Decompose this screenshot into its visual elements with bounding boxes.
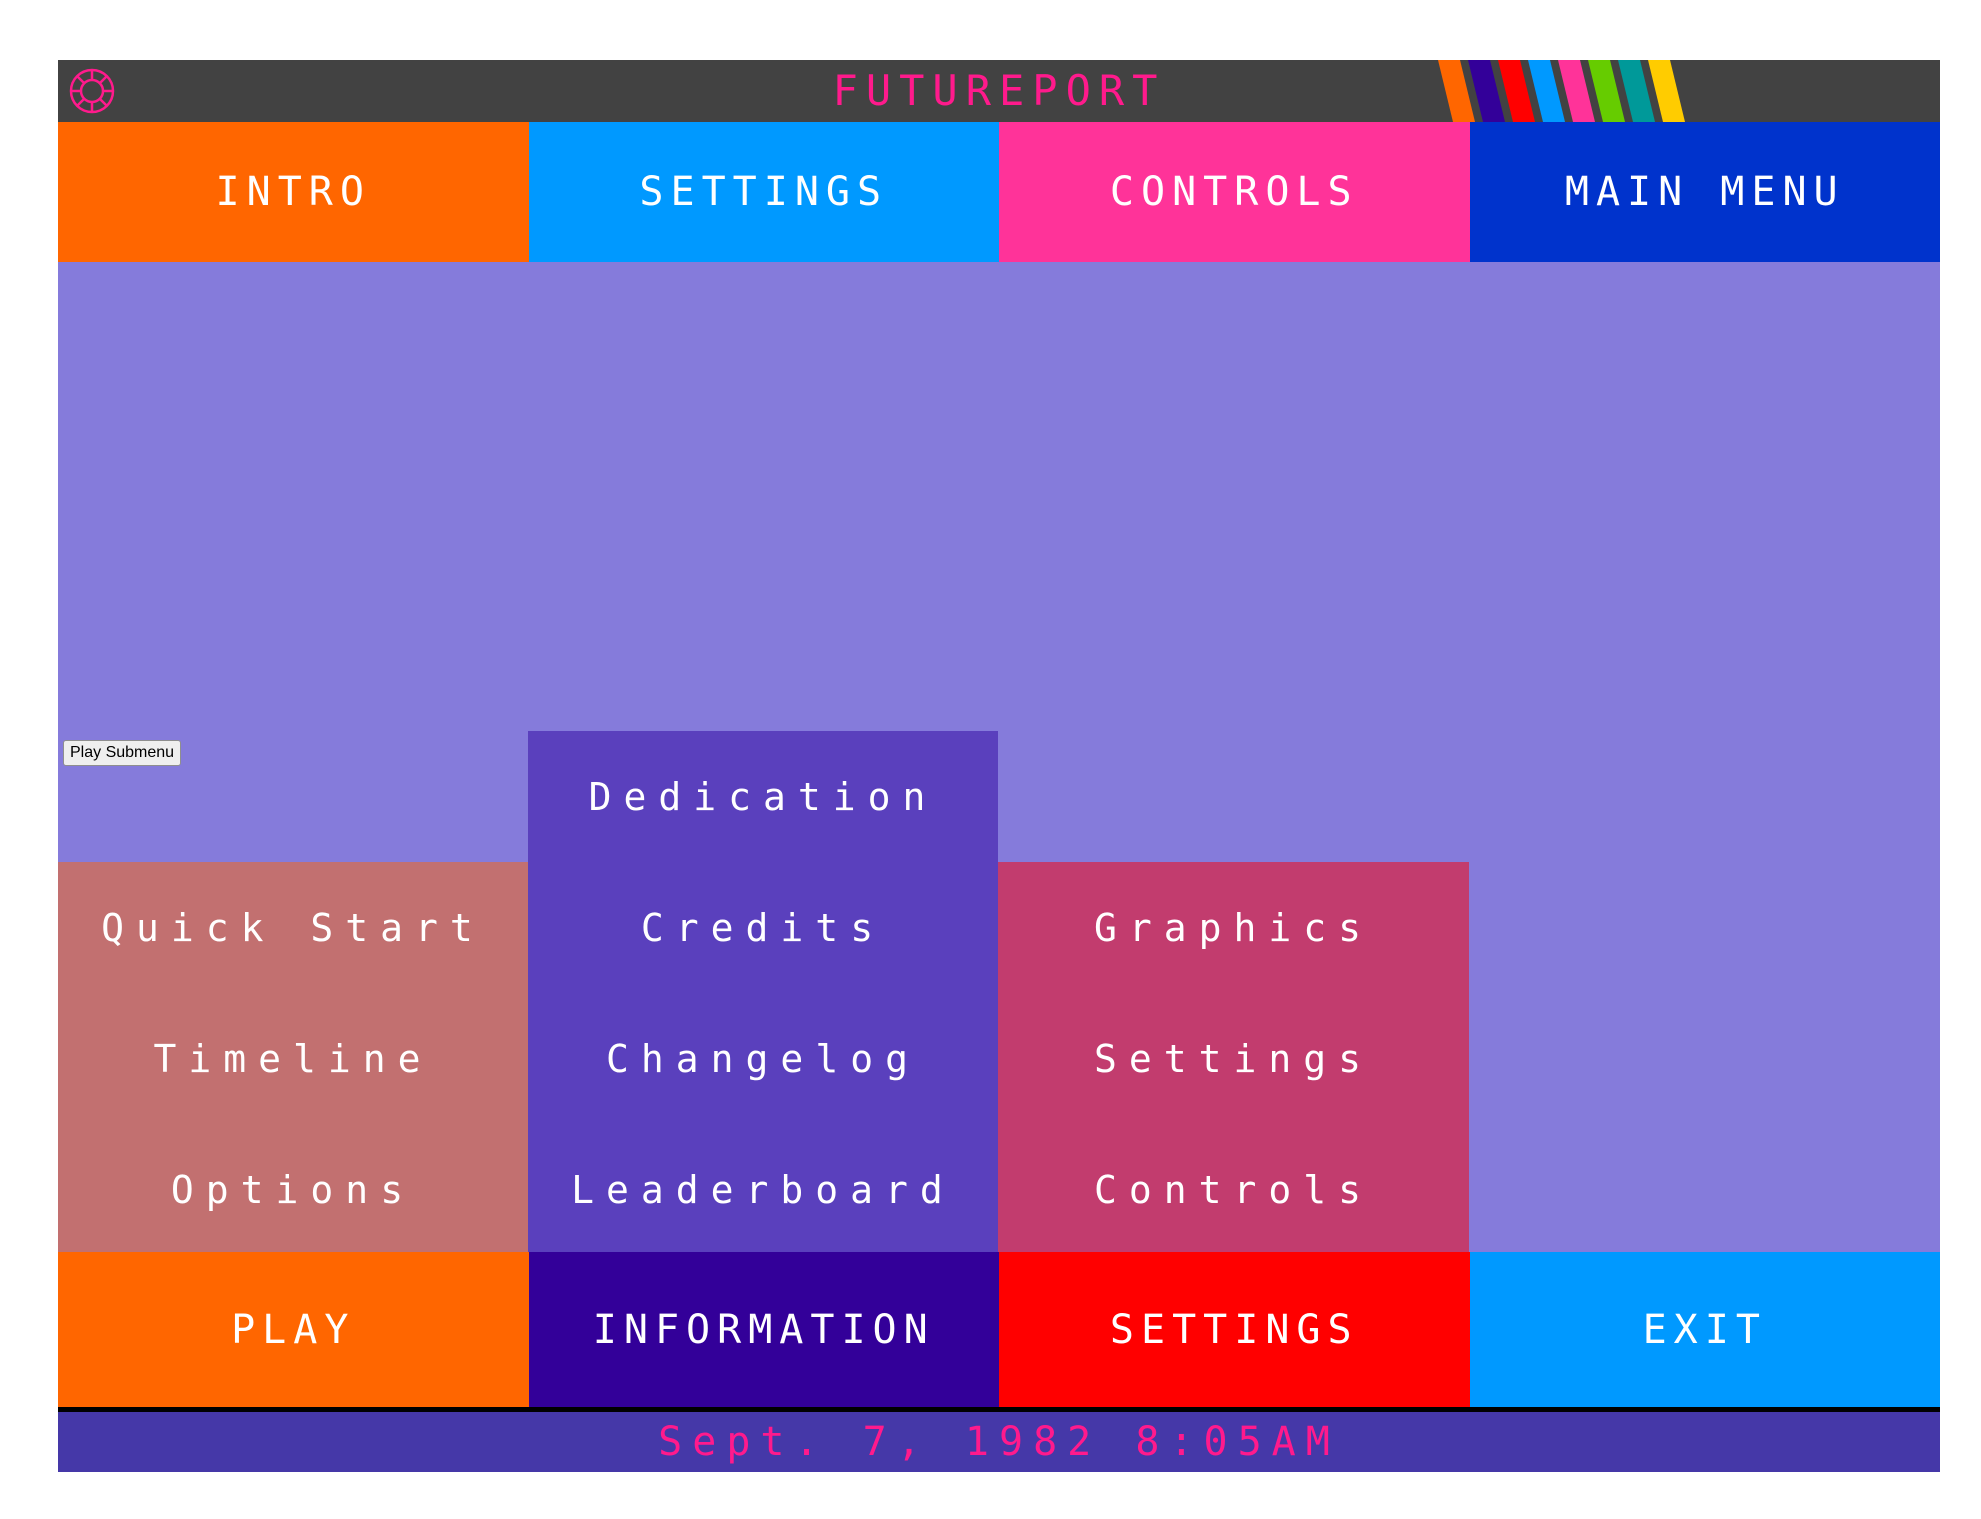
nav-exit[interactable]: EXIT (1469, 1252, 1940, 1407)
stripe (1648, 60, 1685, 122)
nav-play[interactable]: PLAY (58, 1252, 529, 1407)
main-content-area: Play Submenu Quick Start Timeline Option… (58, 262, 1940, 1312)
menu-item-graphics[interactable]: Graphics (998, 862, 1469, 993)
tab-intro[interactable]: INTRO (58, 122, 529, 262)
tab-main-menu[interactable]: MAIN MENU (1469, 122, 1940, 262)
top-nav: INTRO SETTINGS CONTROLS MAIN MENU (58, 122, 1940, 262)
stripe (1618, 60, 1655, 122)
information-submenu: Dedication Credits Changelog Leaderboard (528, 731, 998, 1255)
stripe (1438, 60, 1475, 122)
stripe (1588, 60, 1625, 122)
play-submenu-button[interactable]: Play Submenu (63, 740, 182, 766)
app-window: FUTUREPORT INTRO SETTINGS CONTROLS MAIN … (58, 60, 1940, 1472)
stripe (1468, 60, 1505, 122)
play-submenu: Quick Start Timeline Options (58, 862, 528, 1255)
stripe (1558, 60, 1595, 122)
menu-item-options[interactable]: Options (58, 1124, 528, 1255)
menu-item-timeline[interactable]: Timeline (58, 993, 528, 1124)
menu-item-leaderboard[interactable]: Leaderboard (528, 1124, 998, 1255)
menu-item-quick-start[interactable]: Quick Start (58, 862, 528, 993)
stripe (1528, 60, 1565, 122)
nav-settings[interactable]: SETTINGS (999, 1252, 1470, 1407)
title-bar: FUTUREPORT (58, 60, 1940, 122)
tab-controls[interactable]: CONTROLS (999, 122, 1470, 262)
menu-item-changelog[interactable]: Changelog (528, 993, 998, 1124)
rainbow-stripes-decoration (1438, 60, 1685, 122)
settings-submenu: Graphics Settings Controls (998, 862, 1469, 1255)
bottom-nav: PLAY INFORMATION SETTINGS EXIT (58, 1252, 1940, 1407)
menu-item-settings[interactable]: Settings (998, 993, 1469, 1124)
stripe (1498, 60, 1535, 122)
nav-information[interactable]: INFORMATION (528, 1252, 999, 1407)
tab-settings[interactable]: SETTINGS (528, 122, 999, 262)
menu-item-dedication[interactable]: Dedication (528, 731, 998, 862)
status-bar: Sept. 7, 1982 8:05AM (58, 1412, 1940, 1472)
menu-item-controls[interactable]: Controls (998, 1124, 1469, 1255)
datetime-display: Sept. 7, 1982 8:05AM (658, 1419, 1340, 1465)
menu-item-credits[interactable]: Credits (528, 862, 998, 993)
